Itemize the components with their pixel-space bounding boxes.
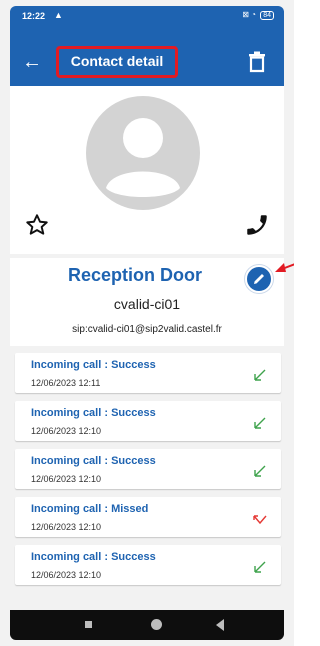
trash-icon: [249, 51, 265, 73]
arrow-left-icon: ←: [22, 51, 42, 73]
navigation-bar: [10, 610, 284, 640]
edit-button[interactable]: [245, 265, 273, 293]
history-item-title: Incoming call : Success: [31, 455, 156, 467]
contact-photo-card: [10, 86, 284, 254]
back-button[interactable]: ←: [20, 50, 44, 74]
title-highlight: Contact detail: [56, 46, 178, 78]
battery-indicator: 84: [260, 11, 274, 20]
history-item[interactable]: Incoming call : Success 12/06/2023 12:11: [15, 353, 281, 393]
call-received-icon: [254, 465, 266, 477]
history-item[interactable]: Incoming call : Success 12/06/2023 12:10: [15, 449, 281, 489]
history-item-datetime: 12/06/2023 12:11: [31, 378, 101, 388]
favorite-button[interactable]: [24, 212, 50, 238]
history-item[interactable]: Incoming call : Success 12/06/2023 12:10: [15, 545, 281, 585]
delete-button[interactable]: [248, 51, 266, 73]
phone-icon: [247, 215, 267, 235]
alert-triangle-icon: ▲: [54, 10, 63, 20]
screen: 12:22 ▲ ⊠ ◔ 84 ← Contact detail Receptio…: [0, 0, 294, 646]
sim-icon: ⊠: [242, 10, 249, 19]
contact-username: cvalid-ci01: [113, 296, 181, 312]
status-icons: ⊠ ◔ 84: [242, 10, 274, 20]
history-item-title: Incoming call : Success: [31, 551, 156, 563]
pencil-icon: [254, 274, 264, 284]
wifi-icon: ◔: [251, 10, 256, 19]
person-placeholder-icon: [86, 96, 200, 210]
page-title: Contact detail: [70, 53, 164, 69]
call-button[interactable]: [244, 212, 270, 238]
history-item-datetime: 12/06/2023 12:10: [31, 474, 102, 484]
recents-button[interactable]: [85, 621, 92, 628]
status-time: 12:22: [22, 11, 46, 21]
app-bar: ← Contact detail: [10, 40, 284, 86]
history-item-title: Incoming call : Success: [31, 407, 156, 419]
contact-info-card: Reception Door cvalid-ci01 sip:cvalid-ci…: [10, 258, 294, 346]
history-item-datetime: 12/06/2023 12:10: [31, 426, 102, 436]
home-button[interactable]: [151, 619, 162, 630]
call-missed-icon: [253, 515, 267, 525]
call-received-icon: [254, 369, 266, 381]
history-item[interactable]: Incoming call : Missed 12/06/2023 12:10: [15, 497, 281, 537]
history-item[interactable]: Incoming call : Success 12/06/2023 12:10: [15, 401, 281, 441]
call-received-icon: [254, 561, 266, 573]
annotation-arrow: [275, 263, 294, 272]
history-item-title: Incoming call : Missed: [31, 503, 149, 515]
back-nav-button[interactable]: [216, 619, 224, 631]
history-item-datetime: 12/06/2023 12:10: [31, 570, 102, 580]
sip-address: sip:cvalid-ci01@sip2valid.castel.fr: [72, 324, 222, 335]
star-outline-icon: [26, 214, 48, 235]
contact-name: Reception Door: [68, 265, 203, 285]
call-received-icon: [254, 417, 266, 429]
history-item-datetime: 12/06/2023 12:10: [31, 522, 102, 532]
history-item-title: Incoming call : Success: [31, 359, 156, 371]
